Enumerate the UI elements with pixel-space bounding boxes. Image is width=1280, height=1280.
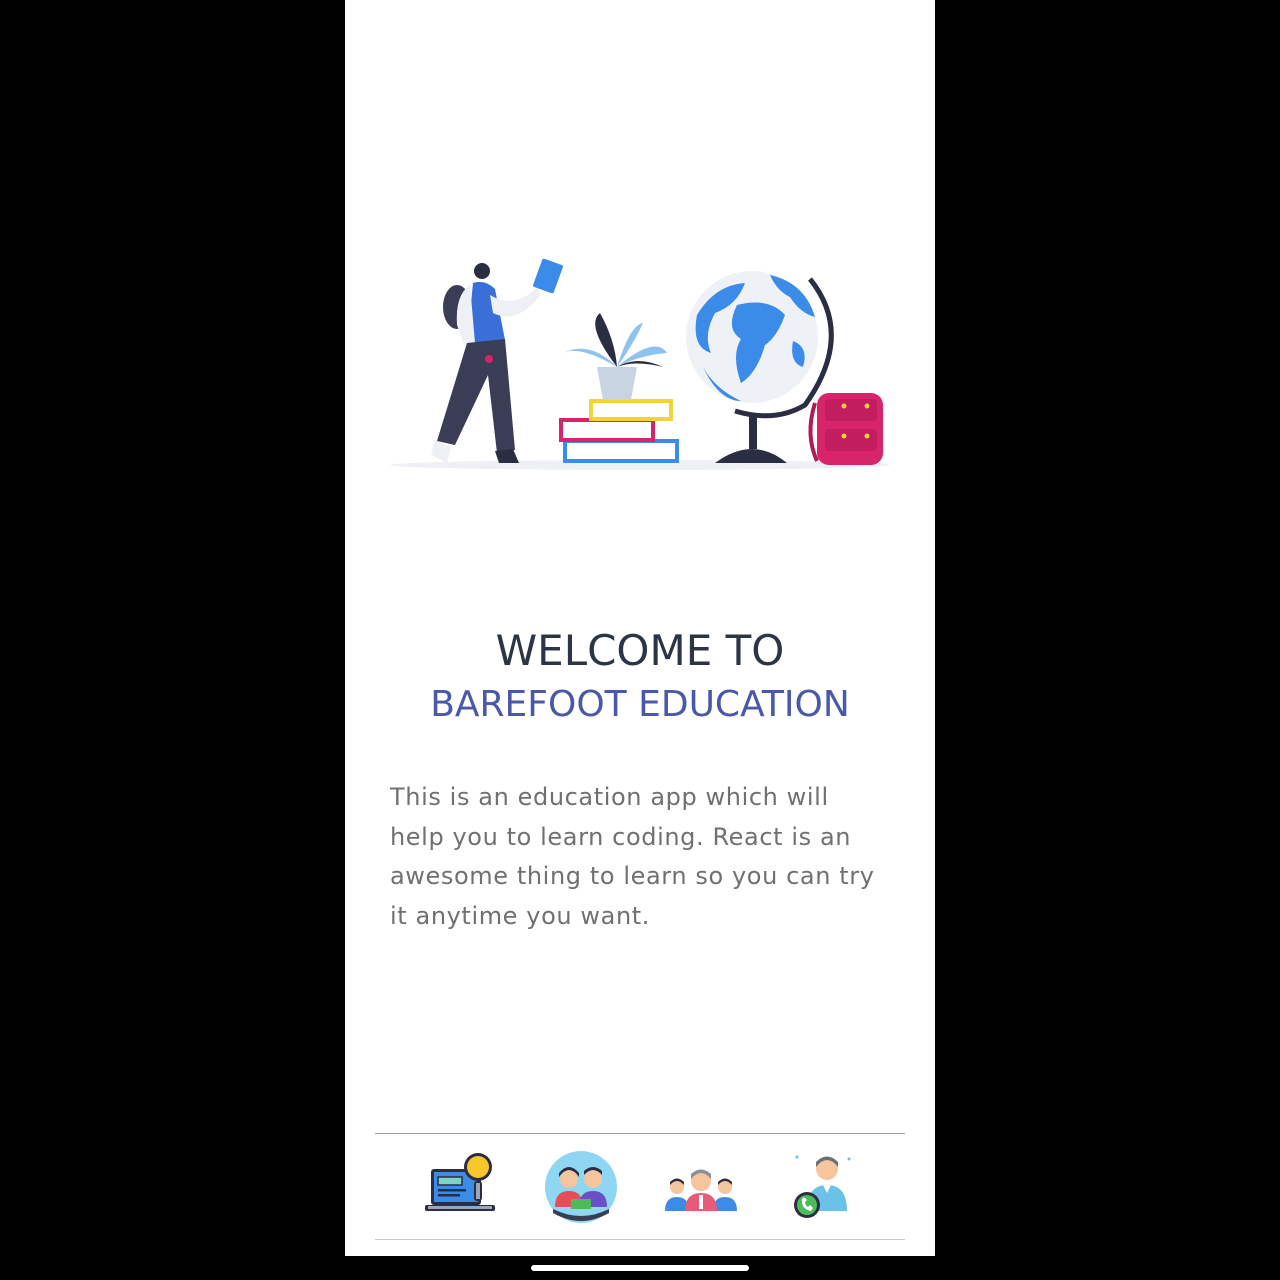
- nav-item-courses[interactable]: [423, 1149, 499, 1225]
- description: This is an education app which will help…: [390, 778, 900, 936]
- nav-item-students[interactable]: [543, 1149, 619, 1225]
- app-screen: WELCOME TO BAREFOOT EDUCATION This is an…: [345, 0, 935, 1256]
- nav-divider-bottom: [375, 1239, 905, 1240]
- potted-plant: [563, 313, 667, 400]
- bottom-nav: [375, 1134, 905, 1239]
- student-figure: [431, 258, 563, 463]
- backpack: [808, 393, 883, 465]
- laptop-search-icon: [425, 1153, 495, 1211]
- hero-illustration: [385, 255, 895, 480]
- brand-title: BAREFOOT EDUCATION: [430, 684, 850, 725]
- education-illustration: [390, 258, 890, 470]
- nav-item-team[interactable]: [663, 1149, 739, 1225]
- contact-support-icon: [794, 1155, 851, 1218]
- students-icon: [545, 1151, 617, 1223]
- book-stack: [559, 399, 679, 463]
- description-line: awesome thing to learn so you can try: [390, 862, 875, 890]
- home-indicator[interactable]: [531, 1265, 749, 1271]
- description-line: This is an education app which will: [390, 783, 829, 811]
- nav-item-contact[interactable]: [783, 1149, 859, 1225]
- description-line: it anytime you want.: [390, 901, 650, 930]
- welcome-title: WELCOME TO: [495, 626, 785, 675]
- description-line: help you to learn coding. React is an: [390, 822, 852, 851]
- team-icon: [665, 1169, 737, 1211]
